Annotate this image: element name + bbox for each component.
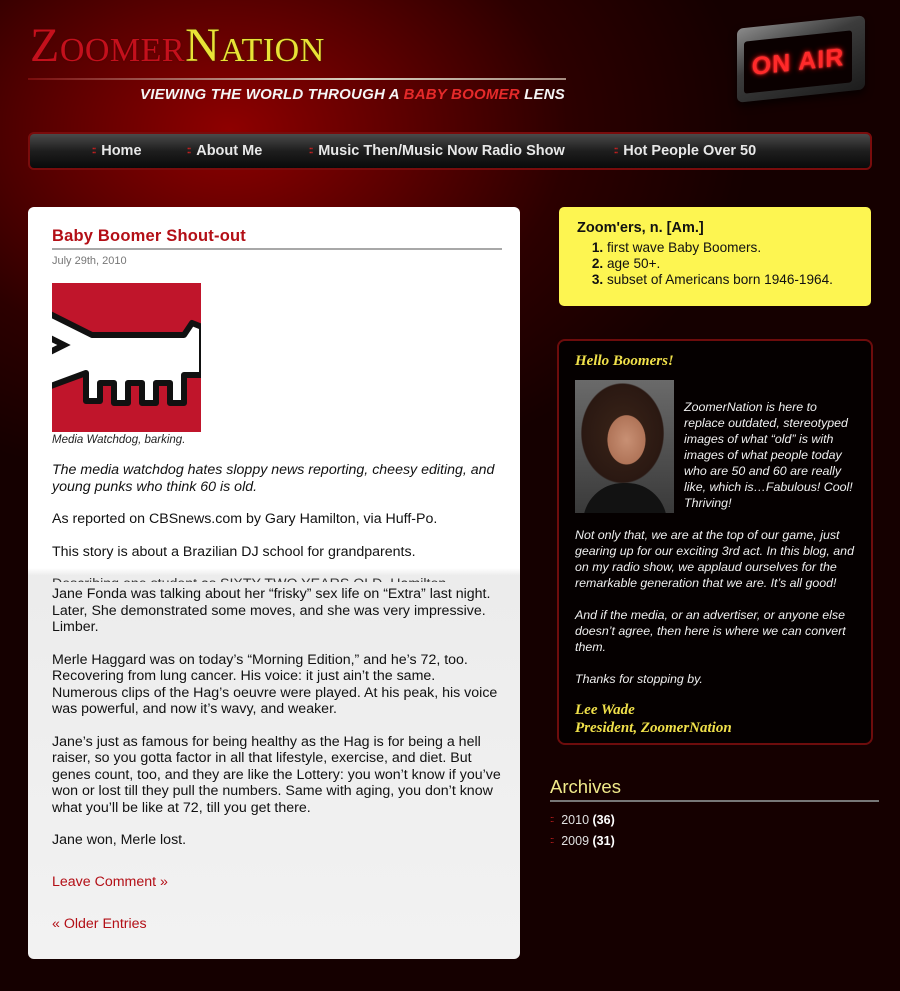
on-air-sign: ON AIR: [733, 14, 871, 103]
tagline-part2: LENS: [524, 86, 565, 103]
welcome-paragraph: Thanks for stopping by.: [575, 672, 703, 686]
archive-count: (36): [592, 813, 615, 827]
welcome-box: Hello Boomers! ZoomerNation is here to r…: [557, 339, 873, 745]
watchdog-dog-icon: [52, 283, 201, 432]
definition-item: age 50+.: [607, 256, 853, 272]
post-title[interactable]: Baby Boomer Shout-out: [52, 227, 502, 250]
blog-post: Baby Boomer Shout-out July 29th, 2010 Me…: [28, 207, 520, 959]
author-photo: [575, 380, 674, 513]
signature-title: President, ZoomerNation: [575, 720, 732, 736]
post-paragraph: As reported on CBSnews.com by Gary Hamil…: [52, 511, 438, 527]
welcome-paragraph: Not only that, we are at the top of our …: [575, 528, 854, 590]
post-paragraph-truncated: Describing one student as SIXTY-TWO YEAR…: [52, 576, 502, 582]
definition-item: first wave Baby Boomers.: [607, 240, 853, 256]
definition-item: subset of Americans born 1946-1964.: [607, 272, 853, 288]
post-paragraph: Merle Haggard was on today’s “Morning Ed…: [52, 651, 498, 718]
nav-hot-label: Hot People Over 50: [623, 143, 757, 159]
archive-item: ∶∶ 2010 (36): [550, 810, 879, 831]
nav-home[interactable]: ∶∶ Home: [92, 143, 142, 159]
post-paragraph: Jane’s just as famous for being healthy …: [52, 733, 501, 816]
nav-home-label: Home: [101, 143, 142, 159]
tagline-part1: VIEWING THE WORLD THROUGH A: [140, 86, 400, 103]
archive-count: (31): [592, 834, 615, 848]
archives-list: ∶∶ 2010 (36) ∶∶ 2009 (31): [550, 810, 879, 852]
nav-bullet-icon: ∶∶: [309, 146, 313, 157]
post-paragraph: Jane won, Merle lost.: [52, 832, 187, 848]
archive-item: ∶∶ 2009 (31): [550, 831, 879, 852]
nav-bullet-icon: ∶∶: [187, 146, 191, 157]
nav-about-label: About Me: [196, 143, 263, 159]
nav-about-me[interactable]: ∶∶ About Me: [187, 143, 262, 159]
archives-widget: Archives ∶∶ 2010 (36) ∶∶ 2009 (31): [550, 776, 879, 852]
main-nav: ∶∶ Home ∶∶ About Me ∶∶ Music Then/Music Now…: [28, 132, 872, 170]
post-paragraph: This story is about a Brazilian DJ schoo…: [52, 543, 416, 560]
definition-box: Zoom'ers, n. [Am.] first wave Baby Boome…: [559, 207, 871, 306]
archives-title: Archives: [550, 776, 879, 802]
logo-underline: [28, 78, 566, 80]
definition-list: first wave Baby Boomers. age 50+. subset…: [577, 240, 853, 288]
welcome-paragraph: And if the media, or an advertiser, or a…: [575, 608, 846, 654]
nav-hot-people[interactable]: ∶∶ Hot People Over 50: [614, 143, 756, 159]
archive-year-link[interactable]: 2009: [561, 834, 589, 848]
site-tagline: VIEWING THE WORLD THROUGH A BABY BOOMER …: [140, 86, 565, 103]
nav-bullet-icon: ∶∶: [92, 146, 96, 157]
on-air-text: ON AIR: [751, 42, 845, 81]
nav-radio-label: Music Then/Music Now Radio Show: [318, 143, 565, 159]
older-entries-link[interactable]: « Older Entries: [52, 916, 147, 932]
logo-nation: Nation: [185, 19, 325, 72]
nav-bullet-icon: ∶∶: [614, 146, 618, 157]
archive-bullet-icon: ∶∶: [550, 815, 554, 826]
leave-comment-link[interactable]: Leave Comment »: [52, 874, 168, 890]
post-lead: The media watchdog hates sloppy news rep…: [52, 462, 495, 495]
archive-year-link[interactable]: 2010: [561, 813, 589, 827]
signature: Lee Wade President, ZoomerNation: [575, 701, 855, 737]
tagline-accent: BABY BOOMER: [403, 86, 520, 103]
author-photo-shoulders: [583, 483, 667, 513]
watchdog-image: [52, 283, 201, 432]
image-caption: Media Watchdog, barking.: [52, 434, 186, 446]
definition-title: Zoom'ers, n. [Am.]: [577, 220, 704, 236]
post-paragraph: Jane Fonda was talking about her “frisky…: [52, 586, 491, 635]
archive-bullet-icon: ∶∶: [550, 836, 554, 847]
site-logo[interactable]: ZoomerNation: [30, 22, 325, 70]
welcome-heading: Hello Boomers!: [575, 353, 674, 369]
post-date: July 29th, 2010: [52, 255, 127, 267]
logo-zoomer: Zoomer: [30, 19, 186, 72]
signature-name: Lee Wade: [575, 702, 635, 718]
nav-radio-show[interactable]: ∶∶ Music Then/Music Now Radio Show: [309, 143, 565, 159]
